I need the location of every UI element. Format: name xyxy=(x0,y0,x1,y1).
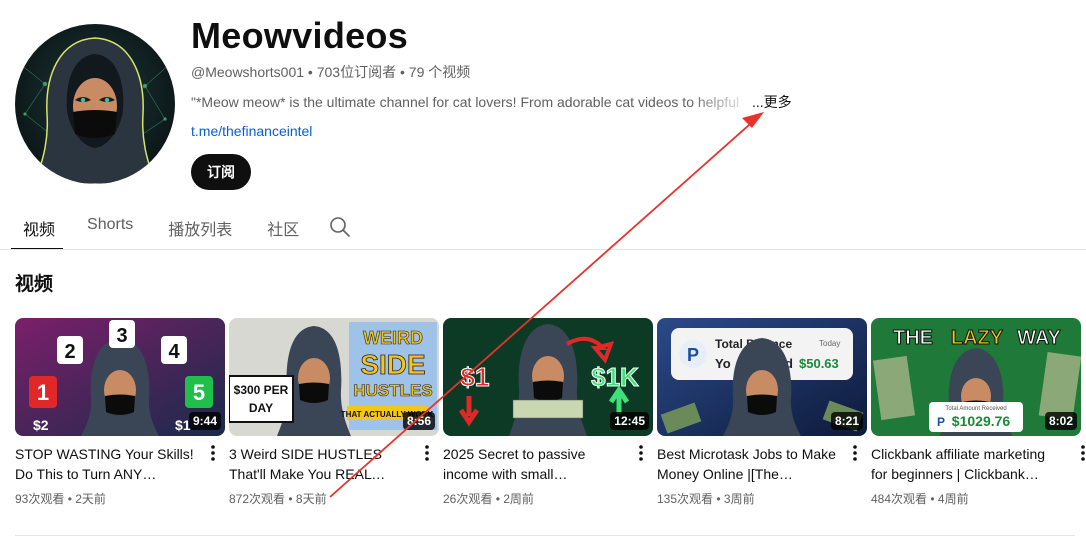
subscribe-button[interactable]: 订阅 xyxy=(191,154,251,190)
video-age: 2周前 xyxy=(503,492,534,506)
description-more-link[interactable]: ...更多 xyxy=(752,92,792,112)
more-vert-icon[interactable] xyxy=(205,443,221,463)
video-meta: 26次观看 • 2周前 xyxy=(443,492,534,506)
more-vert-icon[interactable] xyxy=(1075,443,1086,463)
video-thumbnail[interactable]: P Total Balance Today Yo d $50.63 8:21 xyxy=(657,318,867,436)
video-title[interactable]: 2025 Secret to passive income with small… xyxy=(443,444,629,484)
video-duration: 12:45 xyxy=(610,412,649,430)
more-vert-icon[interactable] xyxy=(847,443,863,463)
thumb-text: 2 xyxy=(64,341,75,363)
thumb-text: $50.63 xyxy=(799,356,839,371)
thumb-text: $1K xyxy=(591,362,639,392)
channel-external-link[interactable]: t.me/thefinanceintel xyxy=(191,121,312,141)
video-card[interactable]: 1 2 3 4 5 $2 $1 9:44 STOP WASTING Your S… xyxy=(15,318,225,508)
video-title[interactable]: Best Microtask Jobs to Make Money Online… xyxy=(657,444,843,484)
video-views: 135次观看 xyxy=(657,492,714,506)
meta-separator: • xyxy=(396,64,409,80)
channel-description[interactable]: "*Meow meow* is the ultimate channel for… xyxy=(191,92,756,112)
video-thumbnail[interactable]: $1 $1K 12:45 xyxy=(443,318,653,436)
video-thumbnail[interactable]: THE LAZY WAY Total Amount Received $1029… xyxy=(871,318,1081,436)
thumb-text: LAZY xyxy=(951,327,1004,349)
video-title[interactable]: 3 Weird SIDE HUSTLES That'll Make You RE… xyxy=(229,444,415,484)
svg-text:P: P xyxy=(687,345,699,365)
video-title[interactable]: Clickbank affiliate marketing for beginn… xyxy=(871,444,1057,484)
video-card[interactable]: P Total Balance Today Yo d $50.63 8:21 B… xyxy=(657,318,867,508)
subscriber-count: 703位订阅者 xyxy=(316,64,397,80)
video-card[interactable]: WEIRD SIDE HUSTLES THAT ACTUALLY WORK $3… xyxy=(229,318,439,508)
video-count: 79 个视频 xyxy=(408,64,471,80)
thumb-text: $2 xyxy=(33,417,49,433)
video-card[interactable]: $1 $1K 12:45 2025 Secret to passive inco… xyxy=(443,318,653,508)
tabs-divider xyxy=(0,249,1086,250)
video-views: 93次观看 xyxy=(15,492,65,506)
channel-name: Meowvideos xyxy=(191,15,409,56)
thumb-text: Total Amount Received xyxy=(945,406,1006,412)
thumb-text: $1029.76 xyxy=(952,413,1011,429)
svg-text:P: P xyxy=(937,415,945,429)
thumb-text: 5 xyxy=(193,380,205,405)
video-title[interactable]: STOP WASTING Your Skills! Do This to Tur… xyxy=(15,444,201,484)
tab-videos[interactable]: 视频 xyxy=(10,206,64,250)
video-meta: 484次观看 • 4周前 xyxy=(871,492,969,506)
search-icon[interactable] xyxy=(329,216,351,238)
video-duration: 8:02 xyxy=(1044,412,1077,430)
video-duration: 8:56 xyxy=(402,412,435,430)
thumb-text: Yo xyxy=(715,356,731,371)
video-card[interactable]: THE LAZY WAY Total Amount Received $1029… xyxy=(871,318,1085,508)
thumb-text: WAY xyxy=(1017,327,1061,349)
channel-handle[interactable]: @Meowshorts001 xyxy=(191,64,304,80)
thumb-text: Today xyxy=(819,339,840,348)
more-vert-icon[interactable] xyxy=(633,443,649,463)
more-vert-icon[interactable] xyxy=(419,443,435,463)
video-age: 4周前 xyxy=(937,492,969,506)
channel-meta: @Meowshorts001 • 703位订阅者 • 79 个视频 xyxy=(191,62,470,82)
thumb-text: THE xyxy=(893,327,933,349)
thumb-text: DAY xyxy=(249,401,273,415)
video-thumbnail[interactable]: WEIRD SIDE HUSTLES THAT ACTUALLY WORK $3… xyxy=(229,318,439,436)
video-duration: 9:44 xyxy=(188,412,221,430)
tab-playlists[interactable]: 播放列表 xyxy=(168,206,232,249)
video-duration: 8:21 xyxy=(830,412,863,430)
video-views: 26次观看 xyxy=(443,492,493,506)
thumb-text: SIDE xyxy=(360,349,425,380)
video-age: 8天前 xyxy=(295,492,327,506)
video-age: 3周前 xyxy=(723,492,755,506)
thumb-text: 4 xyxy=(168,341,180,363)
meta-separator: • xyxy=(304,64,317,80)
channel-avatar[interactable] xyxy=(15,24,175,184)
thumb-text: 3 xyxy=(116,325,127,347)
section-divider xyxy=(15,535,1075,536)
thumb-text: WEIRD xyxy=(363,328,423,348)
thumb-text: 1 xyxy=(37,380,49,405)
section-title: 视频 xyxy=(15,274,54,295)
video-meta: 93次观看 • 2天前 xyxy=(15,492,106,506)
thumb-text: $300 PER xyxy=(234,383,289,397)
thumb-text: HUSTLES xyxy=(353,381,432,400)
tab-shorts[interactable]: Shorts xyxy=(87,206,133,249)
video-meta: 872次观看 • 8天前 xyxy=(229,492,327,506)
channel-tabs: 视频 Shorts 播放列表 社区 xyxy=(10,206,334,250)
video-age: 2天前 xyxy=(75,492,106,506)
video-views: 484次观看 xyxy=(871,492,928,506)
tab-community[interactable]: 社区 xyxy=(267,206,299,249)
video-thumbnail[interactable]: 1 2 3 4 5 $2 $1 9:44 xyxy=(15,318,225,436)
video-meta: 135次观看 • 3周前 xyxy=(657,492,755,506)
video-views: 872次观看 xyxy=(229,492,286,506)
thumb-text: $1 xyxy=(461,362,490,392)
